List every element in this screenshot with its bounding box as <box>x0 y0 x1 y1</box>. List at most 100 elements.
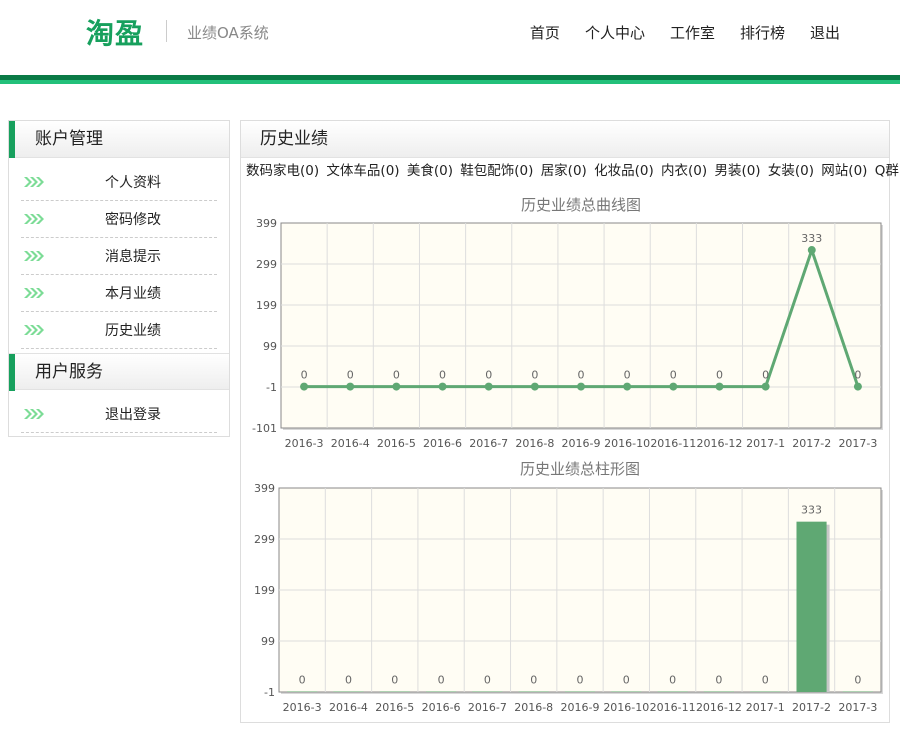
x-tick-label: 2016-11 <box>650 701 696 714</box>
data-point <box>300 382 309 391</box>
sidebar-item-label: 历史业绩 <box>105 323 161 339</box>
x-tick-label: 2016-6 <box>422 701 461 714</box>
y-tick-label: -1 <box>264 686 275 699</box>
nav-logout[interactable]: 退出 <box>810 22 840 43</box>
x-tick-label: 2016-10 <box>604 437 650 450</box>
category-link[interactable]: 女装(0) <box>768 163 814 179</box>
sidebar-item-logout[interactable]: 退出登录 <box>21 396 217 433</box>
data-point <box>346 382 355 391</box>
data-label: 0 <box>299 673 306 686</box>
sidebar-section-title: 用户服务 <box>9 353 229 391</box>
data-label: 0 <box>393 369 400 382</box>
data-label: 0 <box>670 369 677 382</box>
x-tick-label: 2016-8 <box>515 437 554 450</box>
x-tick-label: 2017-1 <box>746 437 785 450</box>
nav-personal-center[interactable]: 个人中心 <box>585 22 645 43</box>
category-link[interactable]: 数码家电(0) <box>246 163 319 179</box>
x-tick-label: 2016-6 <box>423 437 462 450</box>
category-link[interactable]: 居家(0) <box>541 163 587 179</box>
y-tick-label: 99 <box>261 635 275 648</box>
y-tick-label: 199 <box>254 584 275 597</box>
category-link[interactable]: Q群(0) <box>875 163 900 179</box>
top-nav: 首页 个人中心 工作室 排行榜 退出 <box>530 22 840 43</box>
data-point <box>761 382 770 391</box>
sidebar-item-monthly-performance[interactable]: 本月业绩 <box>21 275 217 312</box>
bar <box>657 691 688 692</box>
sidebar-item-label: 本月业绩 <box>105 286 161 302</box>
y-tick-label: 299 <box>254 533 275 546</box>
y-tick-label: -101 <box>252 422 277 435</box>
category-link[interactable]: 文体车品(0) <box>326 163 399 179</box>
plot-area <box>280 222 882 429</box>
data-label: 0 <box>577 673 584 686</box>
data-label: 0 <box>762 369 769 382</box>
data-point <box>484 382 493 391</box>
x-tick-label: 2017-2 <box>792 701 831 714</box>
data-label: 0 <box>439 369 446 382</box>
bar <box>379 691 410 692</box>
sidebar-item-messages[interactable]: 消息提示 <box>21 238 217 275</box>
double-chevron-icon <box>24 325 44 335</box>
x-tick-label: 2016-7 <box>469 437 508 450</box>
data-point <box>669 382 678 391</box>
data-label: 0 <box>578 369 585 382</box>
data-point <box>623 382 632 391</box>
sidebar-section-title: 账户管理 <box>9 121 229 158</box>
data-label: 0 <box>715 673 722 686</box>
data-label: 0 <box>624 369 631 382</box>
x-tick-label: 2016-5 <box>377 437 416 450</box>
category-filter-bar: 数码家电(0) 文体车品(0) 美食(0) 鞋包配饰(0) 居家(0) 化妆品(… <box>246 159 900 179</box>
nav-ranking[interactable]: 排行榜 <box>740 22 785 43</box>
data-point <box>715 382 724 391</box>
bar <box>333 691 364 692</box>
category-link[interactable]: 网站(0) <box>821 163 867 179</box>
data-point <box>853 382 862 391</box>
logo[interactable]: 淘盈 <box>86 12 144 52</box>
data-label: 0 <box>391 673 398 686</box>
sidebar-item-history-performance[interactable]: 历史业绩 <box>21 312 217 349</box>
category-link[interactable]: 内衣(0) <box>661 163 707 179</box>
y-tick-label: 399 <box>256 217 277 230</box>
bar <box>703 691 734 692</box>
nav-studio[interactable]: 工作室 <box>670 22 715 43</box>
category-link[interactable]: 化妆品(0) <box>594 163 654 179</box>
data-label: 0 <box>484 673 491 686</box>
double-chevron-icon <box>24 214 44 224</box>
x-tick-label: 2016-10 <box>603 701 649 714</box>
y-tick-label: 399 <box>254 482 275 495</box>
x-tick-label: 2016-11 <box>650 437 696 450</box>
category-link[interactable]: 美食(0) <box>407 163 453 179</box>
x-tick-label: 2017-2 <box>792 437 831 450</box>
data-label: 0 <box>854 369 861 382</box>
bar <box>518 691 549 692</box>
x-tick-label: 2016-12 <box>696 701 742 714</box>
x-tick-label: 2016-7 <box>468 701 507 714</box>
x-tick-label: 2016-3 <box>283 701 322 714</box>
data-label: 333 <box>801 232 822 245</box>
data-label: 0 <box>347 369 354 382</box>
sidebar-item-label: 退出登录 <box>105 407 161 423</box>
nav-home[interactable]: 首页 <box>530 22 560 43</box>
x-tick-label: 2016-9 <box>561 701 600 714</box>
bar <box>842 691 873 692</box>
chart-title: 历史业绩总柱形图 <box>520 460 640 478</box>
app-subtitle: 业绩OA系统 <box>187 24 269 42</box>
data-label: 0 <box>438 673 445 686</box>
data-label: 0 <box>854 673 861 686</box>
sidebar-item-label: 密码修改 <box>105 212 161 228</box>
bar <box>287 691 318 692</box>
data-label: 0 <box>531 369 538 382</box>
bar <box>426 691 457 692</box>
sidebar-item-profile[interactable]: 个人资料 <box>21 164 217 201</box>
bar <box>564 691 596 692</box>
y-tick-label: 299 <box>256 258 277 271</box>
x-tick-label: 2016-8 <box>514 701 553 714</box>
data-label: 0 <box>623 673 630 686</box>
category-link[interactable]: 男装(0) <box>714 163 760 179</box>
sidebar-item-password[interactable]: 密码修改 <box>21 201 217 238</box>
category-link[interactable]: 鞋包配饰(0) <box>460 163 533 179</box>
x-tick-label: 2016-5 <box>375 701 414 714</box>
data-label: 0 <box>716 369 723 382</box>
y-tick-label: 99 <box>263 340 277 353</box>
data-label: 0 <box>669 673 676 686</box>
